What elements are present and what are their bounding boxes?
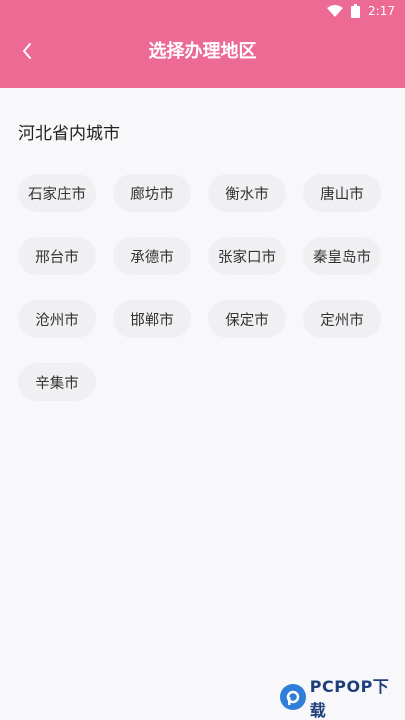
city-chip[interactable]: 保定市 xyxy=(208,300,286,338)
watermark-logo-icon xyxy=(280,684,306,710)
city-grid: 石家庄市 廊坊市 衡水市 唐山市 邢台市 承德市 张家口市 秦皇岛市 沧州市 邯… xyxy=(18,174,390,401)
city-chip[interactable]: 唐山市 xyxy=(303,174,381,212)
page-title: 选择办理地区 xyxy=(148,41,257,62)
watermark-text: PCPOP下载 xyxy=(309,677,390,720)
nav-bar: 选择办理地区 xyxy=(0,24,405,82)
city-chip[interactable]: 辛集市 xyxy=(18,363,96,401)
city-chip[interactable]: 定州市 xyxy=(303,300,381,338)
section-title: 河北省内城市 xyxy=(18,124,120,144)
wifi-icon xyxy=(327,5,344,17)
city-chip[interactable]: 张家口市 xyxy=(208,237,286,275)
status-bar: 2:17 xyxy=(0,0,405,24)
city-chip[interactable]: 邯郸市 xyxy=(113,300,191,338)
battery-icon xyxy=(351,4,361,18)
city-chip[interactable]: 石家庄市 xyxy=(18,174,96,212)
city-chip[interactable]: 秦皇岛市 xyxy=(303,237,381,275)
city-chip[interactable]: 廊坊市 xyxy=(113,174,191,212)
watermark: PCPOP下载 xyxy=(280,677,405,720)
city-chip[interactable]: 邢台市 xyxy=(18,237,96,275)
status-time: 2:17 xyxy=(368,4,395,18)
city-chip[interactable]: 衡水市 xyxy=(208,174,286,212)
app-header: 2:17 选择办理地区 xyxy=(0,0,405,88)
city-chip[interactable]: 沧州市 xyxy=(18,300,96,338)
city-chip[interactable]: 承德市 xyxy=(113,237,191,275)
